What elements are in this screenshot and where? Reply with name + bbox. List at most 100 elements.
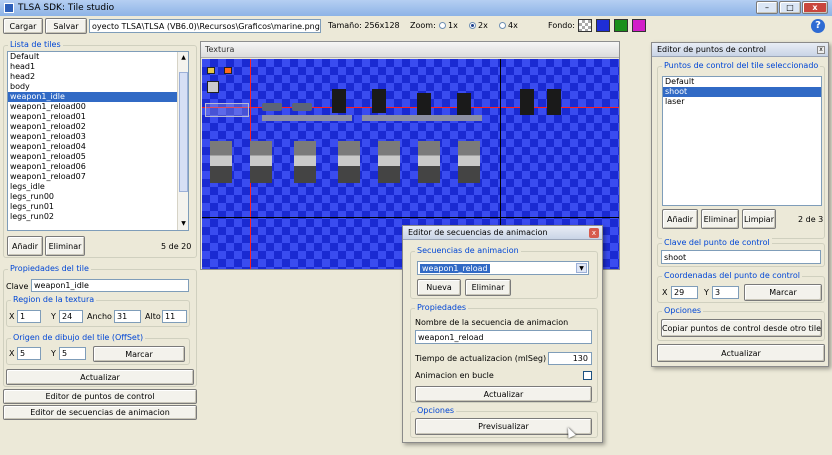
bg-green-swatch[interactable] <box>614 19 628 32</box>
list-item[interactable]: weapon1_reload01 <box>8 112 188 122</box>
list-item[interactable]: legs_run00 <box>8 192 188 202</box>
tile-props-legend: Propiedades del tile <box>8 264 91 274</box>
zoom-label: Zoom: <box>410 21 436 30</box>
open-points-editor-button[interactable]: Editor de puntos de control <box>3 389 197 404</box>
background-label: Fondo: <box>548 21 575 30</box>
bg-magenta-swatch[interactable] <box>632 19 646 32</box>
legs-sprite <box>378 141 400 183</box>
region-height-label: Alto <box>145 312 161 321</box>
remove-seq-button[interactable]: Eliminar <box>465 279 511 296</box>
weapon-sprite <box>457 93 471 115</box>
list-item[interactable]: weapon1_reload05 <box>8 152 188 162</box>
tile-key-input[interactable]: weapon1_idle <box>31 279 189 292</box>
list-item[interactable]: legs_run01 <box>8 202 188 212</box>
anim-seq-select[interactable]: weapon1_reload ▼ <box>417 261 589 275</box>
cp-y-input[interactable]: 3 <box>712 286 739 299</box>
control-points-window: Editor de puntos de control x Puntos de … <box>651 42 829 367</box>
close-button[interactable]: x <box>802 1 828 14</box>
new-seq-button[interactable]: Nueva <box>417 279 461 296</box>
remove-cp-button[interactable]: Eliminar <box>701 209 739 229</box>
close-icon[interactable]: x <box>817 46 825 54</box>
control-points-titlebar: Editor de puntos de control x <box>652 43 828 57</box>
texture-size-label: Tamaño: 256x128 <box>328 21 400 30</box>
list-item[interactable]: weapon1_reload04 <box>8 142 188 152</box>
list-item[interactable]: body <box>8 82 188 92</box>
zoom-1x-radio[interactable]: 1x <box>437 21 458 30</box>
update-seq-button[interactable]: Actualizar <box>415 386 592 402</box>
cp-list[interactable]: Default shoot laser <box>662 76 822 206</box>
tile-list[interactable]: Default head1 head2 body weapon1_idle we… <box>7 51 189 231</box>
chevron-down-icon[interactable]: ▼ <box>576 263 587 273</box>
scroll-up-icon[interactable]: ▲ <box>179 53 188 62</box>
mark-origin-button[interactable]: Marcar <box>93 346 185 362</box>
bg-gray-swatch[interactable] <box>578 19 592 32</box>
list-item-selected[interactable]: weapon1_idle <box>8 92 188 102</box>
maximize-button[interactable]: □ <box>779 1 801 14</box>
zoom-4x-radio[interactable]: 4x <box>497 21 518 30</box>
region-height-input[interactable]: 11 <box>162 310 187 323</box>
list-item[interactable]: legs_idle <box>8 182 188 192</box>
texture-title: Textura <box>205 45 235 54</box>
update-time-input[interactable]: 130 <box>548 352 592 365</box>
help-icon[interactable]: ? <box>811 19 825 33</box>
update-cp-button[interactable]: Actualizar <box>657 344 825 362</box>
scroll-down-icon[interactable]: ▼ <box>179 219 188 228</box>
list-item[interactable]: laser <box>663 97 821 107</box>
add-tile-button[interactable]: Añadir <box>7 236 43 256</box>
file-path-field[interactable]: oyecto TLSA\TLSA (VB6.0)\Recursos\Grafic… <box>89 19 321 33</box>
tile-key-label: Clave <box>6 282 29 291</box>
list-item[interactable]: weapon1_reload07 <box>8 172 188 182</box>
list-item[interactable]: Default <box>8 52 188 62</box>
anim-options-legend: Opciones <box>415 406 457 416</box>
mark-cp-button[interactable]: Marcar <box>744 284 822 301</box>
list-item[interactable]: Default <box>663 77 821 87</box>
remove-tile-button[interactable]: Eliminar <box>45 236 85 256</box>
origin-y-input[interactable]: 5 <box>59 347 86 360</box>
list-item[interactable]: weapon1_reload02 <box>8 122 188 132</box>
texture-region-legend: Region de la textura <box>11 295 97 305</box>
anim-seq-legend: Secuencias de animacion <box>415 246 521 256</box>
loop-checkbox[interactable] <box>583 371 592 380</box>
anim-editor-title: Editor de secuencias de animacion <box>408 228 548 237</box>
list-item[interactable]: weapon1_reload06 <box>8 162 188 172</box>
clear-cp-button[interactable]: Limpiar <box>742 209 776 229</box>
zoom-2x-radio[interactable]: 2x <box>467 21 488 30</box>
region-x-input[interactable]: 1 <box>17 310 41 323</box>
control-points-title: Editor de puntos de control <box>657 45 766 54</box>
update-tile-button[interactable]: Actualizar <box>6 369 194 385</box>
list-item-selected[interactable]: shoot <box>663 87 821 97</box>
load-button[interactable]: Cargar <box>3 18 43 34</box>
scroll-thumb[interactable] <box>179 72 188 192</box>
region-y-input[interactable]: 24 <box>59 310 83 323</box>
close-icon[interactable]: x <box>589 228 599 238</box>
list-item[interactable]: weapon1_reload03 <box>8 132 188 142</box>
app-icon <box>4 3 14 13</box>
weapon-sprite <box>417 93 431 115</box>
cp-options-legend: Opciones <box>662 306 704 316</box>
weapon-sprite <box>372 89 386 113</box>
anim-editor-window: Editor de secuencias de animacion x Secu… <box>402 225 603 443</box>
cp-key-input[interactable]: shoot <box>661 250 821 264</box>
open-anim-editor-button[interactable]: Editor de secuencias de animacion <box>3 405 197 420</box>
bg-blue-swatch[interactable] <box>596 19 610 32</box>
region-width-label: Ancho <box>87 312 112 321</box>
origin-x-input[interactable]: 5 <box>17 347 41 360</box>
list-item[interactable]: legs_run02 <box>8 212 188 222</box>
save-button[interactable]: Salvar <box>45 18 87 34</box>
legs-sprite <box>338 141 360 183</box>
region-width-input[interactable]: 31 <box>114 310 141 323</box>
list-item[interactable]: head2 <box>8 72 188 82</box>
copy-cp-button[interactable]: Copiar puntos de control desde otro tile <box>661 319 822 337</box>
tile-selection-highlight <box>205 103 249 117</box>
anim-props-legend: Propiedades <box>415 303 469 313</box>
minimize-button[interactable]: – <box>756 1 778 14</box>
cp-x-input[interactable]: 29 <box>671 286 698 299</box>
add-cp-button[interactable]: Añadir <box>662 209 698 229</box>
list-item[interactable]: head1 <box>8 62 188 72</box>
update-time-label: Tiempo de actualizacion (mlSeg) <box>415 354 547 363</box>
tile-list-scrollbar[interactable]: ▲ ▼ <box>177 52 188 230</box>
tile-count: 5 de 20 <box>161 242 192 251</box>
seq-name-input[interactable]: weapon1_reload <box>415 330 592 344</box>
list-item[interactable]: weapon1_reload00 <box>8 102 188 112</box>
seq-name-label: Nombre de la secuencia de animacion <box>415 318 569 327</box>
